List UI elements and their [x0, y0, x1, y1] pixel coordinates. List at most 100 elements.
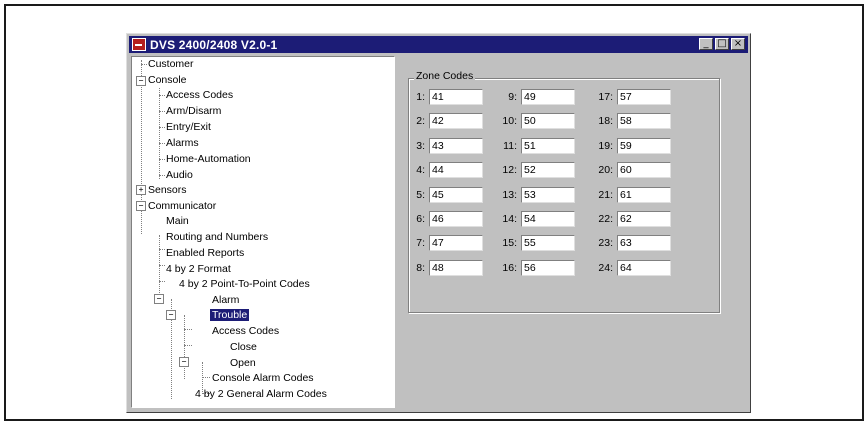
zone-code-input[interactable]: 56: [521, 259, 575, 276]
zone-label: 17:: [598, 91, 613, 103]
tree-connector: [184, 345, 192, 346]
zone-code-input[interactable]: 48: [429, 259, 483, 276]
tree-connector: [159, 95, 165, 96]
zone-code-input[interactable]: 58: [617, 113, 671, 130]
zone-label: 19:: [598, 139, 613, 152]
tree-item-access-codes[interactable]: Access Codes: [212, 324, 279, 338]
tree-item-console-alarm-codes[interactable]: Console Alarm Codes: [212, 371, 314, 385]
zone-code-input[interactable]: 43: [429, 137, 483, 154]
zone-label: 3:: [416, 139, 425, 152]
zone-code-input[interactable]: 57: [617, 89, 671, 105]
zone-label: 8:: [416, 261, 425, 274]
zone-code-input[interactable]: 63: [617, 235, 671, 252]
tree-connector: [202, 377, 210, 378]
collapse-icon[interactable]: −: [136, 201, 146, 211]
zone-code-input[interactable]: 44: [429, 162, 483, 179]
tree-item-alarm[interactable]: Alarm: [212, 293, 239, 307]
zone-label: 21:: [598, 188, 613, 201]
zone-code-input[interactable]: 50: [521, 113, 575, 130]
app-window: DVS 2400/2408 V2.0-1 _ □ × − + − − − − C…: [126, 33, 751, 413]
app-icon[interactable]: [132, 38, 146, 51]
title-bar[interactable]: DVS 2400/2408 V2.0-1 _ □ ×: [129, 36, 748, 53]
maximize-icon[interactable]: □: [715, 38, 729, 50]
zone-code-input[interactable]: 59: [617, 137, 671, 154]
tree-connector: [159, 88, 160, 179]
tree-item-open[interactable]: Open: [230, 356, 256, 370]
expand-icon[interactable]: +: [136, 185, 146, 195]
tree-item-console-access-codes[interactable]: Access Codes: [166, 88, 233, 102]
collapse-icon[interactable]: −: [166, 310, 176, 320]
zone-code-input[interactable]: 49: [521, 89, 575, 105]
tree-item-main[interactable]: Main: [166, 214, 189, 228]
zone-label: 16:: [502, 261, 517, 274]
tree-item-4by2-format[interactable]: 4 by 2 Format: [166, 262, 231, 276]
zone-code-input[interactable]: 55: [521, 235, 575, 252]
navigation-tree[interactable]: − + − − − − Customer Console Access Code…: [131, 56, 395, 408]
tree-connector: [141, 64, 147, 65]
zone-label: 6:: [416, 213, 425, 225]
tree-connector: [159, 265, 165, 266]
tree-connector: [184, 315, 185, 379]
zone-label: 2:: [416, 115, 425, 128]
zone-code-input[interactable]: 47: [429, 235, 483, 252]
tree-connector: [159, 175, 165, 176]
zone-label: 10:: [502, 115, 517, 128]
zone-code-input[interactable]: 60: [617, 162, 671, 179]
zone-label: 12:: [502, 164, 517, 177]
zone-label: 9:: [508, 91, 517, 103]
tree-item-trouble[interactable]: Trouble: [210, 308, 250, 322]
tree-item-entry-exit[interactable]: Entry/Exit: [166, 120, 211, 134]
zone-code-input[interactable]: 54: [521, 211, 575, 227]
zone-label: 22:: [598, 213, 613, 225]
zone-code-input[interactable]: 64: [617, 259, 671, 276]
zone-code-input[interactable]: 41: [429, 89, 483, 105]
tree-item-home-automation[interactable]: Home-Automation: [166, 152, 251, 166]
tree-item-customer[interactable]: Customer: [148, 57, 194, 71]
tree-item-communicator[interactable]: Communicator: [148, 199, 216, 213]
tree-connector: [159, 159, 165, 160]
zone-code-input[interactable]: 45: [429, 186, 483, 203]
zone-code-input[interactable]: 51: [521, 137, 575, 154]
zone-label: 11:: [503, 139, 517, 152]
zone-code-input[interactable]: 46: [429, 211, 483, 227]
tree-item-sensors[interactable]: Sensors: [148, 183, 187, 197]
zone-code-input[interactable]: 53: [521, 186, 575, 203]
zone-label: 13:: [502, 188, 517, 201]
close-icon[interactable]: ×: [731, 38, 745, 50]
tree-item-arm-disarm[interactable]: Arm/Disarm: [166, 104, 221, 118]
group-title: Zone Codes: [414, 70, 476, 82]
zone-label: 7:: [416, 237, 425, 250]
tree-item-audio[interactable]: Audio: [166, 168, 193, 182]
collapse-icon[interactable]: −: [136, 76, 146, 86]
zone-label: 24:: [598, 261, 613, 274]
zone-label: 5:: [416, 188, 425, 201]
tree-connector: [184, 329, 192, 330]
tree-item-general-alarm-codes[interactable]: 4 by 2 General Alarm Codes: [195, 387, 327, 401]
tree-connector: [159, 111, 165, 112]
tree-connector: [159, 143, 165, 144]
zone-label: 23:: [598, 237, 613, 250]
tree-connector: [159, 235, 160, 299]
zone-code-input[interactable]: 61: [617, 186, 671, 203]
window-controls: _ □ ×: [697, 38, 745, 50]
zone-label: 4:: [416, 164, 425, 177]
tree-item-routing[interactable]: Routing and Numbers: [166, 230, 268, 244]
zone-label: 1:: [416, 91, 425, 103]
zone-label: 18:: [598, 115, 613, 128]
detail-pane: Zone Codes 1: 41 2: 42 3: 43 4: 44 5: 45 6: 46 7: 47 8…: [397, 56, 744, 406]
minimize-icon[interactable]: _: [699, 38, 713, 50]
zone-label: 20:: [598, 164, 613, 177]
collapse-icon[interactable]: −: [154, 294, 164, 304]
collapse-icon[interactable]: −: [179, 357, 189, 367]
tree-item-ptp-codes[interactable]: 4 by 2 Point-To-Point Codes: [179, 277, 310, 291]
tree-item-alarms[interactable]: Alarms: [166, 136, 199, 150]
tree-item-console[interactable]: Console: [148, 73, 187, 87]
tree-connector: [159, 127, 165, 128]
tree-item-close[interactable]: Close: [230, 340, 257, 354]
zone-code-input[interactable]: 52: [521, 162, 575, 179]
tree-connector: [159, 249, 165, 250]
zone-label: 14:: [502, 213, 517, 225]
zone-code-input[interactable]: 62: [617, 211, 671, 227]
zone-code-input[interactable]: 42: [429, 113, 483, 130]
tree-item-enabled-reports[interactable]: Enabled Reports: [166, 246, 244, 260]
